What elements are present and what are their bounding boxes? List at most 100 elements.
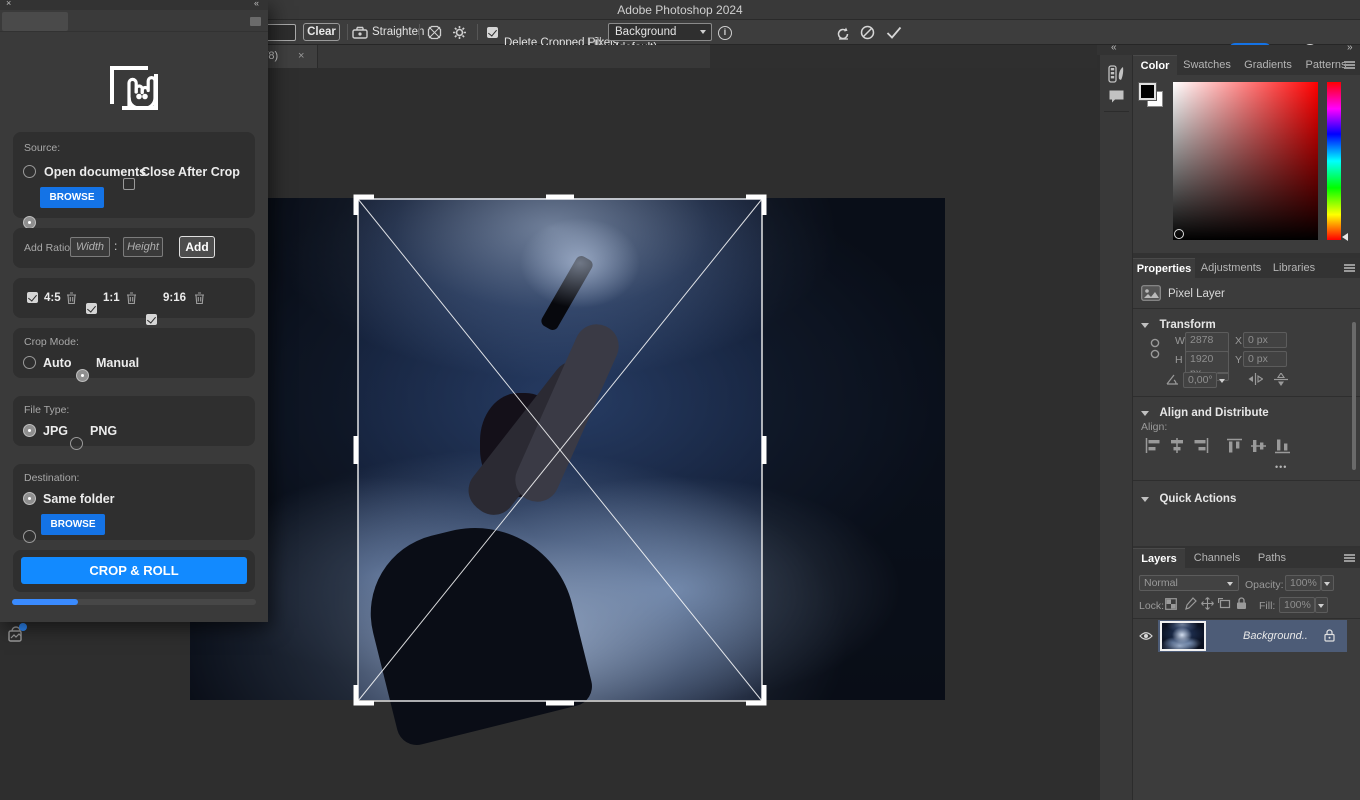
lock-position-icon[interactable]: [1201, 597, 1214, 610]
chevron-down-icon: [1219, 379, 1225, 383]
same-folder-radio[interactable]: [23, 492, 36, 505]
align-top-icon[interactable]: [1227, 438, 1242, 454]
properties-scrollbar[interactable]: [1352, 322, 1356, 470]
close-tab-icon[interactable]: ×: [298, 45, 304, 68]
panel-menu-icon[interactable]: [1344, 264, 1355, 272]
reset-crop-icon[interactable]: [836, 26, 851, 40]
tab-gradients[interactable]: Gradients: [1237, 55, 1299, 75]
delete-ratio-icon[interactable]: [125, 291, 138, 305]
panel-menu-icon[interactable]: [250, 17, 261, 26]
file-type-png-radio[interactable]: [70, 437, 83, 450]
y-field[interactable]: 0 px: [1243, 351, 1287, 367]
add-ratio-button[interactable]: Add: [179, 236, 215, 258]
angle-field[interactable]: 0,00°: [1183, 372, 1217, 388]
foreground-color-swatch[interactable]: [1139, 83, 1156, 100]
plugin-tab[interactable]: [2, 12, 68, 31]
layer-thumbnail[interactable]: [1160, 621, 1206, 651]
browse-destination-radio[interactable]: [23, 530, 36, 543]
tab-adjustments[interactable]: Adjustments: [1195, 258, 1267, 278]
quick-actions-section-header[interactable]: Quick Actions: [1141, 489, 1236, 507]
version-history-icon[interactable]: [1108, 65, 1125, 83]
file-type-png-label[interactable]: PNG: [90, 424, 117, 438]
straighten-label[interactable]: Straighten: [372, 20, 424, 45]
fill-dropdown[interactable]: [1315, 597, 1328, 613]
close-after-crop-checkbox[interactable]: [123, 178, 135, 190]
lock-transparent-pixels-icon[interactable]: [1165, 598, 1177, 610]
file-type-jpg-label[interactable]: JPG: [43, 424, 68, 438]
ratio-height-input[interactable]: [123, 237, 163, 257]
align-right-icon[interactable]: [1193, 438, 1209, 453]
tool-icon-with-badge[interactable]: [6, 625, 28, 647]
expand-icon-strip-icon[interactable]: «: [1111, 42, 1117, 53]
hue-slider[interactable]: [1327, 82, 1341, 240]
layer-visibility-eye-icon[interactable]: [1139, 631, 1153, 641]
link-dimensions-icon[interactable]: [1150, 338, 1160, 360]
lock-label: Lock:: [1139, 600, 1164, 612]
crop-mode-manual-label[interactable]: Manual: [96, 356, 139, 370]
comments-icon[interactable]: [1108, 89, 1125, 104]
tab-paths[interactable]: Paths: [1249, 548, 1295, 568]
angle-dropdown[interactable]: [1217, 372, 1229, 374]
layer-lock-icon[interactable]: [1324, 629, 1335, 642]
align-center-vertical-icon[interactable]: [1251, 438, 1266, 454]
blend-mode-dropdown[interactable]: Normal: [1139, 575, 1239, 591]
destination-browse-button[interactable]: BROWSE: [41, 514, 105, 535]
tab-properties[interactable]: Properties: [1133, 258, 1195, 278]
fill-dropdown[interactable]: Background (default): [608, 23, 712, 41]
cancel-crop-icon[interactable]: [860, 25, 875, 40]
fill-field[interactable]: 100%: [1279, 597, 1315, 613]
align-center-horizontal-icon[interactable]: [1169, 438, 1185, 453]
ratio-1-1-checkbox[interactable]: [86, 303, 97, 314]
x-field[interactable]: 0 px: [1243, 332, 1287, 348]
tab-swatches[interactable]: Swatches: [1177, 55, 1237, 75]
delete-ratio-icon[interactable]: [193, 291, 206, 305]
ratio-4-5-checkbox[interactable]: [27, 292, 38, 303]
tab-layers[interactable]: Layers: [1133, 548, 1185, 568]
color-field-cursor[interactable]: [1174, 229, 1184, 239]
source-browse-button[interactable]: BROWSE: [40, 187, 104, 208]
clear-button[interactable]: Clear: [303, 23, 340, 41]
panel-menu-icon[interactable]: [1344, 61, 1355, 69]
opacity-field[interactable]: 100%: [1285, 575, 1321, 591]
crop-box[interactable]: [358, 199, 762, 701]
lock-artboard-icon[interactable]: [1218, 598, 1232, 610]
color-field[interactable]: [1173, 82, 1318, 240]
panel-menu-icon[interactable]: [1344, 554, 1355, 562]
hue-slider-handle[interactable]: [1342, 233, 1348, 241]
commit-crop-icon[interactable]: [886, 26, 902, 39]
transform-section-header[interactable]: Transform: [1141, 315, 1216, 333]
crop-mode-manual-radio[interactable]: [76, 369, 89, 382]
lock-image-pixels-icon[interactable]: [1185, 597, 1197, 610]
collapse-dock-icon[interactable]: »: [1347, 42, 1353, 53]
tab-libraries[interactable]: Libraries: [1267, 258, 1321, 278]
crop-mode-auto-radio[interactable]: [23, 356, 36, 369]
crop-and-roll-button[interactable]: CROP & ROLL: [21, 557, 247, 584]
opacity-dropdown[interactable]: [1321, 575, 1334, 591]
crop-overlay-options-icon[interactable]: [427, 25, 442, 40]
open-documents-label[interactable]: Open documents: [44, 165, 146, 179]
open-documents-radio[interactable]: [23, 165, 36, 178]
ratio-width-input[interactable]: [70, 237, 110, 257]
flip-horizontal-icon[interactable]: [1248, 373, 1263, 385]
delete-ratio-icon[interactable]: [65, 291, 78, 305]
ratio-9-16-checkbox[interactable]: [146, 314, 157, 325]
crop-mode-auto-label[interactable]: Auto: [43, 356, 71, 370]
tab-channels[interactable]: Channels: [1185, 548, 1249, 568]
file-type-jpg-radio[interactable]: [23, 424, 36, 437]
more-align-options-button[interactable]: •••: [1275, 462, 1287, 472]
close-after-crop-label[interactable]: Close After Crop: [141, 165, 240, 179]
align-left-icon[interactable]: [1145, 438, 1161, 453]
flip-vertical-icon[interactable]: [1274, 373, 1288, 386]
delete-cropped-pixels-checkbox[interactable]: [487, 27, 498, 38]
align-section-header[interactable]: Align and Distribute: [1141, 403, 1269, 421]
tab-color[interactable]: Color: [1133, 55, 1177, 75]
layer-name[interactable]: Background..: [1243, 630, 1308, 642]
align-bottom-icon[interactable]: [1275, 438, 1290, 454]
divider: [1133, 480, 1360, 481]
close-panel-icon[interactable]: ×: [6, 0, 11, 8]
crop-mode-card: Crop Mode: Auto Manual: [13, 328, 255, 378]
collapse-panel-icon[interactable]: «: [254, 0, 259, 8]
lock-all-icon[interactable]: [1236, 597, 1247, 610]
crop-settings-gear-icon[interactable]: [452, 25, 467, 40]
same-folder-label[interactable]: Same folder: [43, 492, 115, 506]
